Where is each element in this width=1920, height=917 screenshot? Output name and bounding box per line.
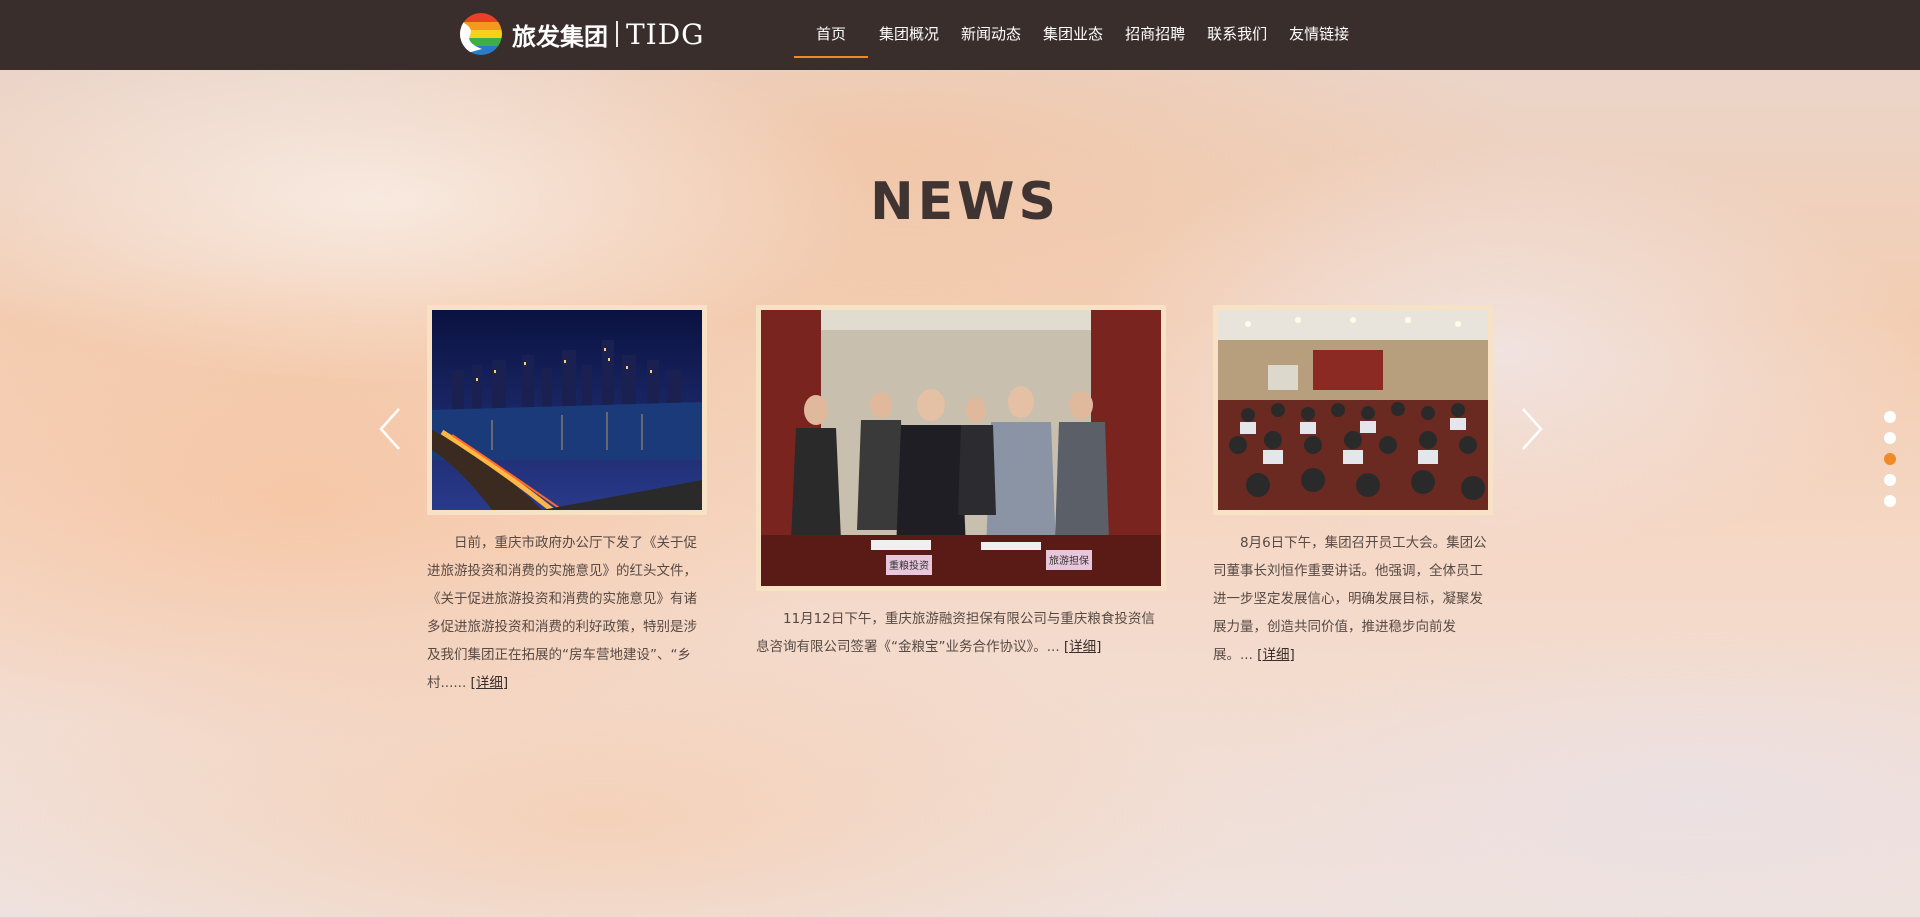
logo-text-en: TIDG	[626, 17, 705, 51]
chevron-left-icon	[379, 408, 400, 450]
logo-divider	[616, 21, 618, 47]
nav-item-overview[interactable]: 集团概况	[868, 0, 950, 70]
pagination-dot-5[interactable]	[1884, 495, 1896, 507]
news-image-signing[interactable]: 重粮投资 旅游担保	[756, 305, 1166, 591]
read-more-link[interactable]: [详细]	[1257, 647, 1295, 663]
news-image-meeting[interactable]	[1213, 305, 1493, 515]
pagination-dot-2[interactable]	[1884, 432, 1896, 444]
pagination-dot-4[interactable]	[1884, 474, 1896, 486]
news-image-city-night[interactable]	[427, 305, 707, 515]
news-section-title: NEWS	[870, 172, 1060, 232]
sign-left: 重粮投资	[889, 559, 929, 572]
carousel-next-button[interactable]	[1515, 405, 1545, 453]
sign-right: 旅游担保	[1049, 554, 1089, 567]
nav-item-recruit[interactable]: 招商招聘	[1114, 0, 1196, 70]
nav-item-home[interactable]: 首页	[794, 0, 869, 70]
section-pagination	[1884, 411, 1898, 516]
read-more-link[interactable]: [详细]	[1064, 639, 1102, 655]
news-summary-text: 日前，重庆市政府办公厅下发了《关于促进旅游投资和消费的实施意见》的红头文件，《关…	[427, 535, 697, 691]
news-summary: 11月12日下午，重庆旅游融资担保有限公司与重庆粮食投资信息咨询有限公司签署《“…	[756, 605, 1166, 661]
nav-item-news[interactable]: 新闻动态	[950, 0, 1032, 70]
pagination-dot-3[interactable]	[1884, 453, 1896, 465]
news-summary: 8月6日下午，集团召开员工大会。集团公司董事长刘恒作重要讲话。他强调，全体员工进…	[1213, 529, 1493, 669]
logo-rainbow-icon	[460, 13, 502, 55]
news-card: 日前，重庆市政府办公厅下发了《关于促进旅游投资和消费的实施意见》的红头文件，《关…	[427, 305, 707, 697]
news-card: 重粮投资 旅游担保 11月12日下午，重庆旅游融资担保有限公司与重庆粮食投资信息…	[756, 305, 1166, 661]
logo-text-cn: 旅发集团	[512, 22, 608, 51]
nav-item-contact[interactable]: 联系我们	[1196, 0, 1278, 70]
read-more-link[interactable]: [详细]	[471, 675, 509, 691]
nav-item-business[interactable]: 集团业态	[1032, 0, 1114, 70]
chevron-right-icon	[1522, 408, 1543, 450]
pagination-dot-1[interactable]	[1884, 411, 1896, 423]
top-header: 旅发集团 TIDG 首页 集团概况 新闻动态 集团业态 招商招聘 联系我们 友情…	[0, 0, 1920, 70]
news-summary-text: 8月6日下午，集团召开员工大会。集团公司董事长刘恒作重要讲话。他强调，全体员工进…	[1213, 535, 1487, 663]
nav-item-links[interactable]: 友情链接	[1278, 0, 1360, 70]
news-summary: 日前，重庆市政府办公厅下发了《关于促进旅游投资和消费的实施意见》的红头文件，《关…	[427, 529, 707, 697]
carousel-prev-button[interactable]	[377, 405, 407, 453]
site-logo[interactable]: 旅发集团 TIDG	[460, 13, 705, 55]
news-card: 8月6日下午，集团召开员工大会。集团公司董事长刘恒作重要讲话。他强调，全体员工进…	[1213, 305, 1493, 669]
main-nav: 首页 集团概况 新闻动态 集团业态 招商招聘 联系我们 友情链接	[794, 0, 1360, 70]
